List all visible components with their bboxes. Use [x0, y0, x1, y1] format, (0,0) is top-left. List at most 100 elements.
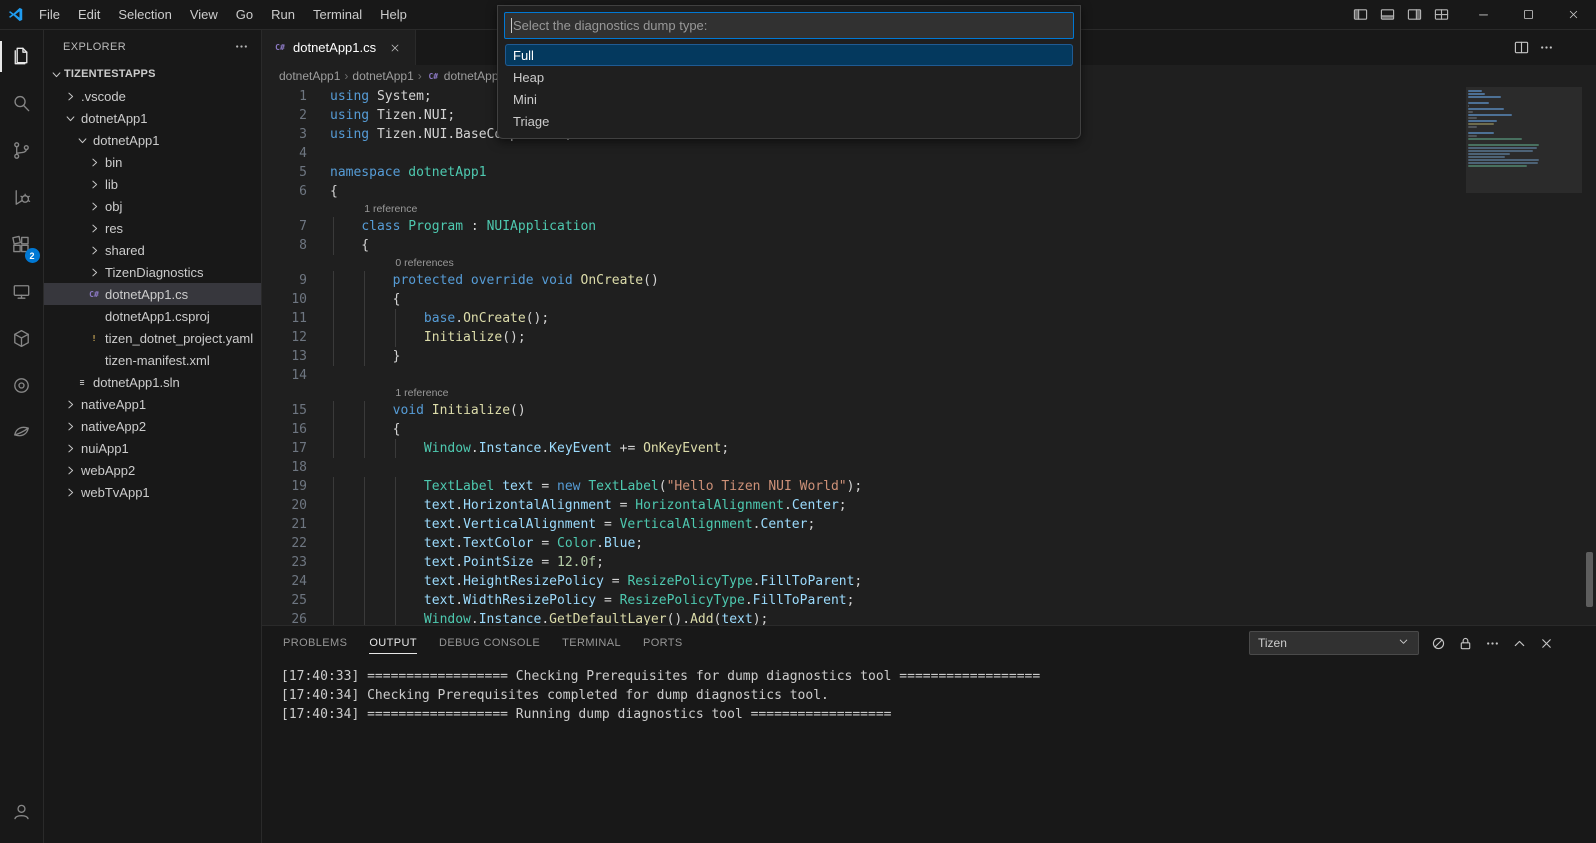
code-line[interactable]: 9 protected override void OnCreate(): [262, 271, 1596, 290]
explorer-icon[interactable]: [0, 33, 44, 80]
code-line[interactable]: 26 Window.Instance.GetDefaultLayer().Add…: [262, 610, 1596, 625]
device-manager-icon[interactable]: [0, 268, 44, 315]
code-line[interactable]: 12 Initialize();: [262, 328, 1596, 347]
tab-dotnetapp1-cs[interactable]: C# dotnetApp1.cs: [262, 30, 416, 65]
quick-pick-item-mini[interactable]: Mini: [505, 88, 1073, 110]
code-line[interactable]: 10 {: [262, 290, 1596, 309]
quick-pick-item-full[interactable]: Full: [505, 44, 1073, 66]
close-button[interactable]: [1551, 0, 1596, 29]
code-line[interactable]: 4: [262, 144, 1596, 163]
layout-sidebar-left-icon[interactable]: [1347, 0, 1374, 30]
source-control-icon[interactable]: [0, 127, 44, 174]
menu-item-selection[interactable]: Selection: [109, 0, 180, 29]
split-editor-icon[interactable]: [1514, 40, 1529, 55]
menu-item-edit[interactable]: Edit: [69, 0, 109, 29]
tree-item-lib[interactable]: lib: [44, 173, 261, 195]
code-line[interactable]: 17 Window.Instance.KeyEvent += OnKeyEven…: [262, 439, 1596, 458]
minimize-button[interactable]: [1461, 0, 1506, 29]
panel-tab-problems[interactable]: PROBLEMS: [283, 626, 347, 660]
code-line[interactable]: 11 base.OnCreate();: [262, 309, 1596, 328]
code-line[interactable]: 23 text.PointSize = 12.0f;: [262, 553, 1596, 572]
code-line[interactable]: 7 class Program : NUIApplication: [262, 217, 1596, 236]
code-line[interactable]: 8 {: [262, 236, 1596, 255]
run-and-debug-icon[interactable]: [0, 174, 44, 221]
tree-item-shared[interactable]: shared: [44, 239, 261, 261]
breadcrumb-dotnetapp1[interactable]: dotnetApp1: [352, 69, 413, 83]
codelens-reference[interactable]: 1 reference: [395, 385, 448, 401]
output-channel-select[interactable]: Tizen: [1249, 631, 1419, 655]
minimap[interactable]: [1468, 90, 1580, 168]
code-line[interactable]: 21 text.VerticalAlignment = VerticalAlig…: [262, 515, 1596, 534]
code-line[interactable]: 15 void Initialize(): [262, 401, 1596, 420]
tree-item-tizen-dotnet-project-yaml[interactable]: !tizen_dotnet_project.yaml: [44, 327, 261, 349]
more-actions-icon[interactable]: [234, 39, 249, 54]
layout-panel-icon[interactable]: [1374, 0, 1401, 30]
package-explorer-icon[interactable]: [0, 315, 44, 362]
menu-item-run[interactable]: Run: [262, 0, 304, 29]
search-icon[interactable]: [0, 80, 44, 127]
code-editor[interactable]: 1using System;2using Tizen.NUI;3using Ti…: [262, 87, 1596, 625]
panel-tab-ports[interactable]: PORTS: [643, 626, 683, 660]
code-line[interactable]: 18: [262, 458, 1596, 477]
tree-item-tizen-manifest-xml[interactable]: tizen-manifest.xml: [44, 349, 261, 371]
code-line[interactable]: 25 text.WidthResizePolicy = ResizePolicy…: [262, 591, 1596, 610]
codelens-reference[interactable]: 0 references: [395, 255, 453, 271]
code-line[interactable]: 20 text.HorizontalAlignment = Horizontal…: [262, 496, 1596, 515]
tizen-icon[interactable]: [0, 409, 44, 456]
code-line[interactable]: 14: [262, 366, 1596, 385]
codelens-reference[interactable]: 1 reference: [364, 201, 417, 217]
extensions-icon[interactable]: 2: [0, 221, 44, 268]
clear-output-icon[interactable]: [1431, 636, 1446, 651]
code-line[interactable]: 13 }: [262, 347, 1596, 366]
tree-item-vscode[interactable]: .vscode: [44, 85, 261, 107]
maximize-button[interactable]: [1506, 0, 1551, 29]
quick-pick-input[interactable]: [511, 17, 1067, 34]
workspace-section[interactable]: TIZENTESTAPPS: [44, 63, 261, 85]
tree-item-dotnetapp1-csproj[interactable]: dotnetApp1.csproj: [44, 305, 261, 327]
code-line[interactable]: 19 TextLabel text = new TextLabel("Hello…: [262, 477, 1596, 496]
panel-tab-debug-console[interactable]: DEBUG CONSOLE: [439, 626, 540, 660]
output-view[interactable]: [17:40:33] ================== Checking P…: [262, 660, 1596, 843]
code-line[interactable]: 22 text.TextColor = Color.Blue;: [262, 534, 1596, 553]
code-line[interactable]: 6{: [262, 182, 1596, 201]
breadcrumb-dotnetapp1[interactable]: dotnetApp1: [279, 69, 340, 83]
tree-item-dotnetapp1-cs[interactable]: C#dotnetApp1.cs: [44, 283, 261, 305]
tree-item-nativeapp2[interactable]: nativeApp2: [44, 415, 261, 437]
menu-item-file[interactable]: File: [30, 0, 69, 29]
scrollbar-thumb[interactable]: [1586, 552, 1593, 607]
tree-item-tizendiagnostics[interactable]: TizenDiagnostics: [44, 261, 261, 283]
quick-pick-item-triage[interactable]: Triage: [505, 110, 1073, 132]
tree-item-bin[interactable]: bin: [44, 151, 261, 173]
quick-pick-item-heap[interactable]: Heap: [505, 66, 1073, 88]
tree-item-res[interactable]: res: [44, 217, 261, 239]
menu-item-help[interactable]: Help: [371, 0, 416, 29]
tree-item-obj[interactable]: obj: [44, 195, 261, 217]
editor-scrollbar[interactable]: [1582, 87, 1596, 625]
code-line[interactable]: 5namespace dotnetApp1: [262, 163, 1596, 182]
layout-sidebar-right-icon[interactable]: [1401, 0, 1428, 30]
tree-item-webtvapp1[interactable]: webTvApp1: [44, 481, 261, 503]
tree-item-nativeapp1[interactable]: nativeApp1: [44, 393, 261, 415]
code-line[interactable]: 16 {: [262, 420, 1596, 439]
panel-tab-output[interactable]: OUTPUT: [369, 626, 417, 660]
tree-item-dotnetapp1-sln[interactable]: ≡dotnetApp1.sln: [44, 371, 261, 393]
chevron-right-icon: [62, 88, 78, 104]
panel-tab-terminal[interactable]: TERMINAL: [562, 626, 621, 660]
tree-item-nuiapp1[interactable]: nuiApp1: [44, 437, 261, 459]
emulator-manager-icon[interactable]: [0, 362, 44, 409]
tree-item-dotnetapp1[interactable]: dotnetApp1: [44, 107, 261, 129]
auto-scroll-lock-icon[interactable]: [1458, 636, 1473, 651]
menu-item-go[interactable]: Go: [227, 0, 262, 29]
layout-customize-icon[interactable]: [1428, 0, 1455, 30]
more-actions-icon[interactable]: [1539, 40, 1554, 55]
close-tab-icon[interactable]: [385, 38, 405, 58]
maximize-panel-icon[interactable]: [1512, 636, 1527, 651]
accounts-icon[interactable]: [0, 788, 44, 835]
close-panel-icon[interactable]: [1539, 636, 1554, 651]
more-actions-icon[interactable]: [1485, 636, 1500, 651]
menu-item-view[interactable]: View: [181, 0, 227, 29]
menu-item-terminal[interactable]: Terminal: [304, 0, 371, 29]
tree-item-webapp2[interactable]: webApp2: [44, 459, 261, 481]
code-line[interactable]: 24 text.HeightResizePolicy = ResizePolic…: [262, 572, 1596, 591]
tree-item-dotnetapp1[interactable]: dotnetApp1: [44, 129, 261, 151]
